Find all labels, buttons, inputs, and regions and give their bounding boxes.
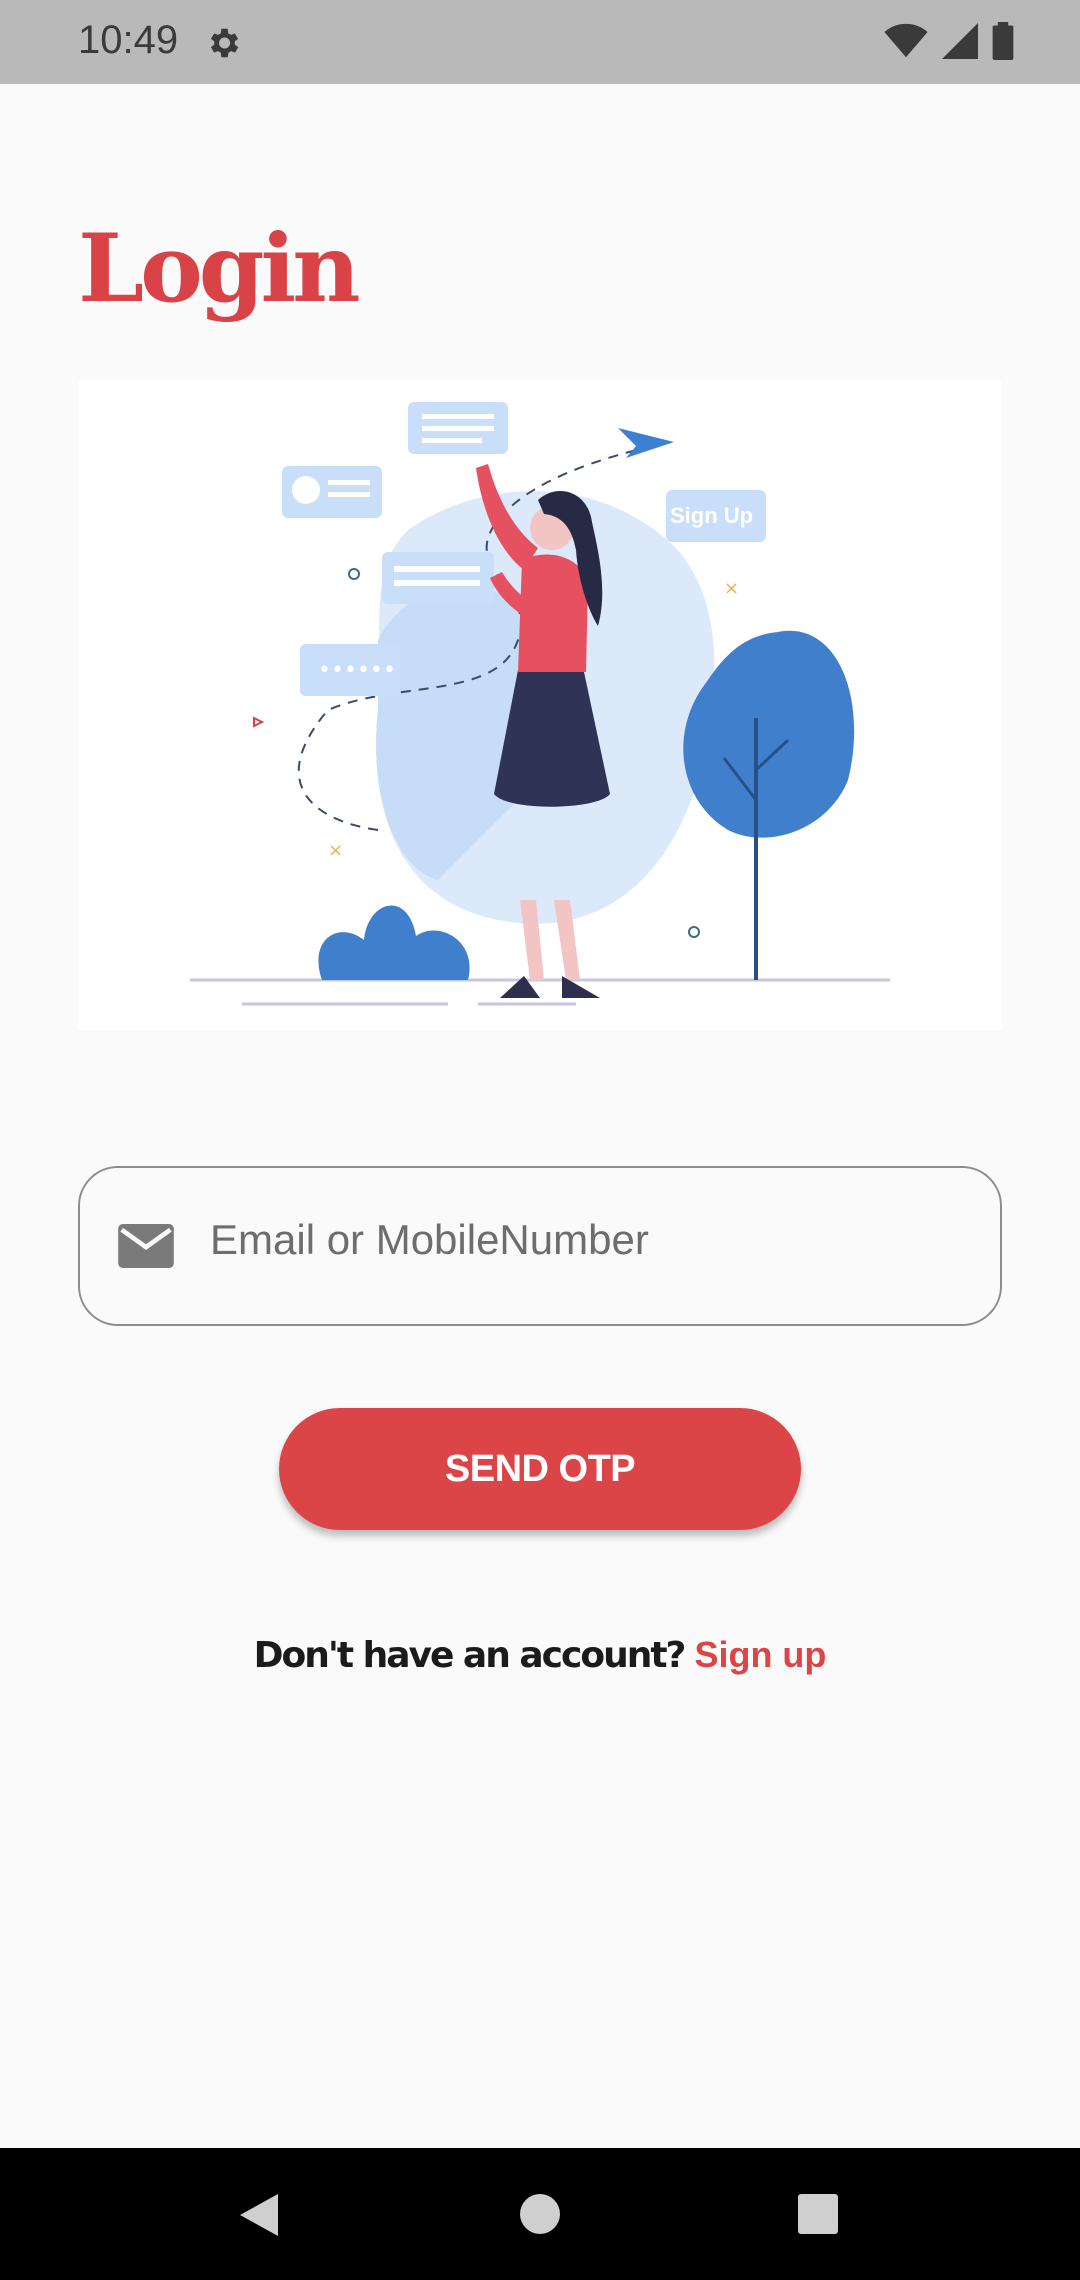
svg-text:×: × (328, 840, 343, 861)
home-icon[interactable] (518, 2192, 562, 2236)
signal-icon (942, 23, 978, 59)
login-illustration-art: •••••• Sign Up × × (190, 402, 890, 1006)
signup-row: Don't have an account? Sign up (0, 1634, 1080, 1676)
email-or-mobile-input[interactable]: Email or MobileNumber (78, 1166, 1002, 1326)
status-icons (884, 22, 1014, 60)
status-bar: 10:49 (0, 0, 1080, 84)
back-icon[interactable] (238, 2192, 280, 2238)
mail-icon (118, 1224, 174, 1268)
status-time: 10:49 (78, 18, 179, 62)
navigation-bar (0, 2148, 1080, 2280)
email-or-mobile-placeholder: Email or MobileNumber (210, 1216, 649, 1263)
illustration-chip-label: Sign Up (670, 503, 753, 528)
signup-link[interactable]: Sign up (694, 1634, 826, 1676)
wifi-icon (884, 23, 928, 58)
signup-question: Don't have an account? (253, 1635, 687, 1676)
battery-icon (992, 22, 1014, 60)
settings-gear-icon (210, 28, 239, 58)
send-otp-button[interactable]: SEND OTP (279, 1408, 801, 1530)
svg-text:×: × (724, 578, 739, 599)
login-illustration: •••••• Sign Up × × (78, 380, 1002, 1030)
page-title: Login (78, 214, 361, 324)
svg-text:••••••: •••••• (318, 658, 396, 683)
recents-icon[interactable] (798, 2194, 838, 2234)
